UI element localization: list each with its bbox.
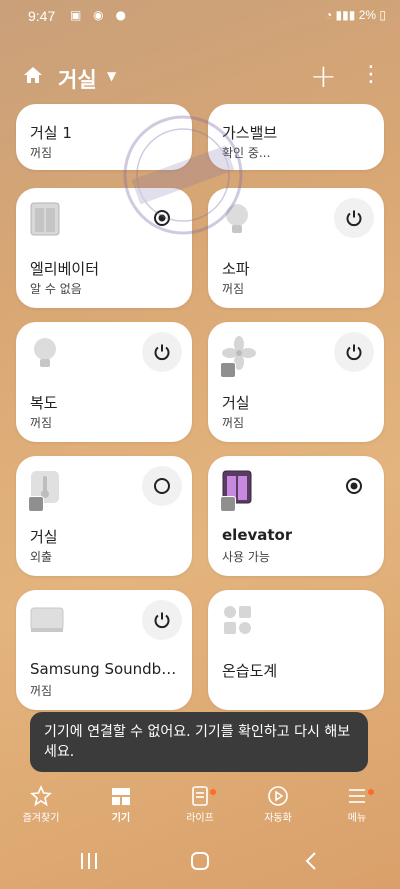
notification-dot <box>368 789 374 795</box>
device-status: 사용 가능 <box>222 550 270 564</box>
sensor-icon <box>222 604 254 640</box>
notification-dot <box>210 789 216 795</box>
home-icon[interactable] <box>22 64 44 90</box>
recent-apps-icon[interactable] <box>80 851 98 875</box>
notification-icons: ▣ ◉ ● <box>70 8 130 22</box>
device-name: 온습도계 <box>222 662 278 680</box>
device-card[interactable]: 온습도계 <box>208 590 384 710</box>
chevron-down-icon[interactable]: ▼ <box>107 69 116 83</box>
device-status: 외출 <box>30 550 53 564</box>
tab-label: 기기 <box>111 813 131 824</box>
tab-label: 라이프 <box>186 813 214 824</box>
device-status: 꺼짐 <box>222 282 245 296</box>
device-status: 꺼짐 <box>222 416 245 430</box>
device-name: 가스밸브 <box>222 124 278 142</box>
device-card[interactable]: 엘리베이터 알 수 없음 <box>16 188 192 308</box>
device-name: 엘리베이터 <box>30 260 100 278</box>
soundbar-icon <box>30 604 64 638</box>
tab-label: 자동화 <box>264 813 292 824</box>
power-button[interactable] <box>334 332 374 372</box>
device-status: 꺼짐 <box>30 684 53 698</box>
device-name: 거실 <box>30 528 58 546</box>
tab-label: 메뉴 <box>347 813 367 824</box>
group-badge-icon <box>28 496 44 512</box>
system-navigation-bar <box>0 835 400 889</box>
tab-devices[interactable]: 기기 <box>86 783 156 824</box>
system-status-icons: ◔ ▮▮▮ 2% ▯ <box>325 8 386 22</box>
battery-icon: ▯ <box>379 8 386 22</box>
bottom-navigation: 즐겨찾기 기기 라이프 자동화 메뉴 <box>0 775 400 835</box>
play-icon <box>243 783 313 809</box>
star-icon <box>6 783 76 809</box>
tab-life[interactable]: 라이프 <box>165 783 235 824</box>
device-name: 거실 <box>222 394 250 412</box>
device-card[interactable]: 거실 외출 <box>16 456 192 576</box>
status-bar: 9:47 ▣ ◉ ● ◔ ▮▮▮ 2% ▯ <box>0 0 400 34</box>
group-badge-icon <box>220 362 236 378</box>
menu-icon <box>322 783 392 809</box>
device-status: 확인 중... <box>222 146 271 160</box>
mode-toggle-button[interactable] <box>142 466 182 506</box>
home-button-icon[interactable] <box>190 851 210 875</box>
group-badge-icon <box>220 496 236 512</box>
device-name: elevator <box>222 526 293 544</box>
tab-favorites[interactable]: 즐겨찾기 <box>6 783 76 824</box>
device-card[interactable]: 가스밸브 확인 중... <box>208 104 384 170</box>
app-header: 거실 ▼ + ⋮ <box>0 56 400 100</box>
device-card[interactable]: 거실 1 꺼짐 <box>16 104 192 170</box>
device-card[interactable]: elevator 사용 가능 <box>208 456 384 576</box>
device-card[interactable]: 복도 꺼짐 <box>16 322 192 442</box>
power-button[interactable] <box>142 332 182 372</box>
device-name: 복도 <box>30 394 58 412</box>
device-card[interactable]: Samsung Soundbar... 꺼짐 <box>16 590 192 710</box>
device-name: 소파 <box>222 260 250 278</box>
power-toggle-button[interactable] <box>334 466 374 506</box>
bulb-icon <box>222 202 252 240</box>
wifi-icon: ◔ <box>324 8 333 22</box>
battery-level: 2% <box>358 8 377 22</box>
location-title[interactable]: 거실 <box>58 64 97 94</box>
device-name: 거실 1 <box>30 124 72 142</box>
tab-label: 즐겨찾기 <box>22 813 60 824</box>
error-toast: 기기에 연결할 수 없어요. 기기를 확인하고 다시 해보세요. <box>30 712 368 772</box>
device-status: 꺼짐 <box>30 416 53 430</box>
power-button[interactable] <box>142 600 182 640</box>
bulb-icon <box>30 336 60 374</box>
life-icon <box>165 783 235 809</box>
elevator-icon <box>30 202 60 240</box>
signal-icon: ▮▮▮ <box>335 8 356 22</box>
power-toggle-button[interactable] <box>142 198 182 238</box>
tab-automation[interactable]: 자동화 <box>243 783 313 824</box>
device-name: Samsung Soundbar... <box>30 660 182 678</box>
device-status: 꺼짐 <box>30 146 53 160</box>
tab-menu[interactable]: 메뉴 <box>322 783 392 824</box>
status-time: 9:47 <box>28 8 56 24</box>
back-icon[interactable] <box>304 851 318 875</box>
add-icon[interactable]: + <box>310 58 337 94</box>
device-card[interactable]: 소파 꺼짐 <box>208 188 384 308</box>
more-icon[interactable]: ⋮ <box>360 62 382 88</box>
device-status: 알 수 없음 <box>30 282 82 296</box>
device-card[interactable]: 거실 꺼짐 <box>208 322 384 442</box>
devices-icon <box>86 783 156 809</box>
power-button[interactable] <box>334 198 374 238</box>
